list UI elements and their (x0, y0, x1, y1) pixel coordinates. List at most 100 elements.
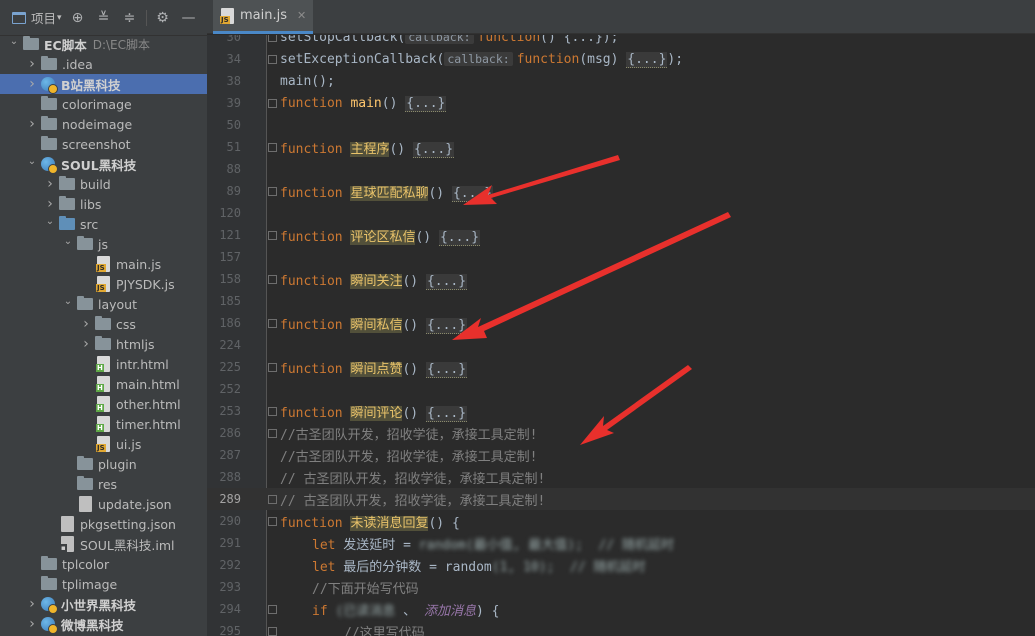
close-icon[interactable]: ✕ (297, 9, 306, 22)
fold-toggle-icon[interactable] (268, 274, 277, 284)
line-number: 225 (219, 360, 241, 374)
fold-toggle-icon[interactable] (268, 98, 277, 108)
code-editor[interactable]: 30 setStopCallback(callback: function() {.… (207, 35, 1035, 636)
tree-item[interactable]: Htimer.html (0, 414, 207, 434)
gear-icon[interactable]: ⚙ (153, 8, 173, 28)
tree-item[interactable]: › 微博黑科技 (0, 614, 207, 634)
fold-toggle-icon[interactable] (268, 230, 277, 240)
fold-toggle-icon[interactable] (268, 318, 277, 328)
tree-item[interactable]: JS ui.js (0, 434, 207, 454)
tree-item[interactable]: update.json (0, 494, 207, 514)
fold-toggle-icon[interactable] (268, 626, 277, 636)
project-view-selector[interactable]: 项目 ▾ (12, 8, 62, 27)
code-line[interactable]: 294 if (已读消息 、 添加消息) { (207, 598, 1035, 620)
fold-toggle-icon[interactable] (268, 428, 277, 438)
locate-icon[interactable]: ⊕ (68, 8, 88, 28)
chevron-right-icon[interactable]: › (44, 196, 56, 212)
chevron-right-icon[interactable]: › (80, 336, 92, 352)
hide-panel-icon[interactable]: — (179, 8, 199, 28)
code-line[interactable]: 225 function 瞬间点赞() {...} (207, 356, 1035, 378)
code-line[interactable]: 30 setStopCallback(callback: function() {.… (207, 35, 1035, 48)
tree-item[interactable]: tplcolor (0, 554, 207, 574)
tree-item[interactable]: colorimage (0, 94, 207, 114)
code-line[interactable]: 185 (207, 290, 1035, 312)
chevron-down-icon[interactable]: ⌄ (62, 296, 74, 307)
code-text: //这里写代码 (344, 622, 425, 636)
chevron-right-icon[interactable]: › (26, 76, 38, 92)
tree-item[interactable]: tplimage (0, 574, 207, 594)
code-line[interactable]: 88 (207, 158, 1035, 180)
code-line[interactable]: 39 function main() {...} (207, 92, 1035, 114)
keyword: function (280, 273, 343, 289)
chevron-down-icon[interactable]: ⌄ (44, 216, 56, 227)
tree-item[interactable]: ▪ SOUL黑科技.iml (0, 534, 207, 554)
code-line[interactable]: 34 setExceptionCallback(callback: function… (207, 48, 1035, 70)
fold-toggle-icon[interactable] (268, 35, 277, 42)
tree-item[interactable]: ⌄ js (0, 234, 207, 254)
fold-toggle-icon[interactable] (268, 406, 277, 416)
code-line[interactable]: 286 //古圣团队开发，招收学徒，承接工具定制! (207, 422, 1035, 444)
tree-item[interactable]: › css (0, 314, 207, 334)
tree-item[interactable]: Hintr.html (0, 354, 207, 374)
code-line[interactable]: 158 function 瞬间关注() {...} (207, 268, 1035, 290)
tab-main-js[interactable]: JS main.js ✕ (213, 0, 313, 34)
code-line[interactable]: 186 function 瞬间私信() {...} (207, 312, 1035, 334)
code-line[interactable]: 121 function 评论区私信() {...} (207, 224, 1035, 246)
tree-item[interactable]: › .idea (0, 54, 207, 74)
tree-item[interactable]: › 小世界黑科技 (0, 594, 207, 614)
tree-item[interactable]: ⌄ EC脚本 D:\EC脚本 (0, 34, 207, 54)
code-line[interactable]: 224 (207, 334, 1035, 356)
expand-all-icon[interactable]: ≚ (94, 8, 114, 28)
code-line[interactable]: 289 // 古圣团队开发，招收学徒，承接工具定制! (207, 488, 1035, 510)
code-line[interactable]: 157 (207, 246, 1035, 268)
fold-toggle-icon[interactable] (268, 186, 277, 196)
tree-item[interactable]: plugin (0, 454, 207, 474)
tree-item[interactable]: JS main.js (0, 254, 207, 274)
fold-toggle-icon[interactable] (268, 516, 277, 526)
tree-item[interactable]: Hother.html (0, 394, 207, 414)
code-line[interactable]: 253 function 瞬间评论() {...} (207, 400, 1035, 422)
tree-item[interactable]: › htmljs (0, 334, 207, 354)
chevron-right-icon[interactable]: › (26, 596, 38, 612)
code-line[interactable]: 290 function 未读消息回复() { (207, 510, 1035, 532)
tree-item[interactable]: › libs (0, 194, 207, 214)
line-number: 34 (226, 52, 241, 66)
code-line[interactable]: 50 (207, 114, 1035, 136)
fold-toggle-icon[interactable] (268, 362, 277, 372)
fold-toggle-icon[interactable] (268, 142, 277, 152)
code-line[interactable]: 89 function 星球匹配私聊() {...} (207, 180, 1035, 202)
chevron-right-icon[interactable]: › (26, 56, 38, 72)
tree-item[interactable]: › build (0, 174, 207, 194)
tree-item[interactable]: JS PJYSDK.js (0, 274, 207, 294)
tree-item[interactable]: res (0, 474, 207, 494)
code-line[interactable]: 292 let 最后的分钟数 = random(1, 10); // 随机延时 (207, 554, 1035, 576)
tree-item[interactable]: › B站黑科技 (0, 74, 207, 94)
code-line[interactable]: 51 function 主程序() {...} (207, 136, 1035, 158)
fold-toggle-icon[interactable] (268, 54, 277, 64)
chevron-right-icon[interactable]: › (80, 316, 92, 332)
chevron-down-icon[interactable]: ⌄ (62, 236, 74, 247)
code-line[interactable]: 120 (207, 202, 1035, 224)
tree-item[interactable]: ⌄ layout (0, 294, 207, 314)
tree-item[interactable]: screenshot (0, 134, 207, 154)
fold-toggle-icon[interactable] (268, 494, 277, 504)
tree-item[interactable]: ⌄ src (0, 214, 207, 234)
code-line[interactable]: 287 //古圣团队开发，招收学徒，承接工具定制! (207, 444, 1035, 466)
chevron-right-icon[interactable]: › (26, 616, 38, 632)
chevron-down-icon[interactable]: ⌄ (26, 156, 38, 167)
code-line[interactable]: 38 main(); (207, 70, 1035, 92)
tree-item[interactable]: ⌄ SOUL黑科技 (0, 154, 207, 174)
chevron-right-icon[interactable]: › (44, 176, 56, 192)
code-line[interactable]: 252 (207, 378, 1035, 400)
code-line[interactable]: 288 // 古圣团队开发，招收学徒，承接工具定制! (207, 466, 1035, 488)
code-line[interactable]: 295 //这里写代码 (207, 620, 1035, 636)
fold-toggle-icon[interactable] (268, 604, 277, 614)
chevron-down-icon[interactable]: ⌄ (8, 36, 20, 47)
collapse-all-icon[interactable]: ≑ (120, 8, 140, 28)
chevron-right-icon[interactable]: › (26, 116, 38, 132)
tree-item[interactable]: pkgsetting.json (0, 514, 207, 534)
tree-item[interactable]: › nodeimage (0, 114, 207, 134)
code-line[interactable]: 291 let 发送延时 = random(最小值, 最大值); // 随机延时 (207, 532, 1035, 554)
tree-item[interactable]: Hmain.html (0, 374, 207, 394)
code-line[interactable]: 293 //下面开始写代码 (207, 576, 1035, 598)
